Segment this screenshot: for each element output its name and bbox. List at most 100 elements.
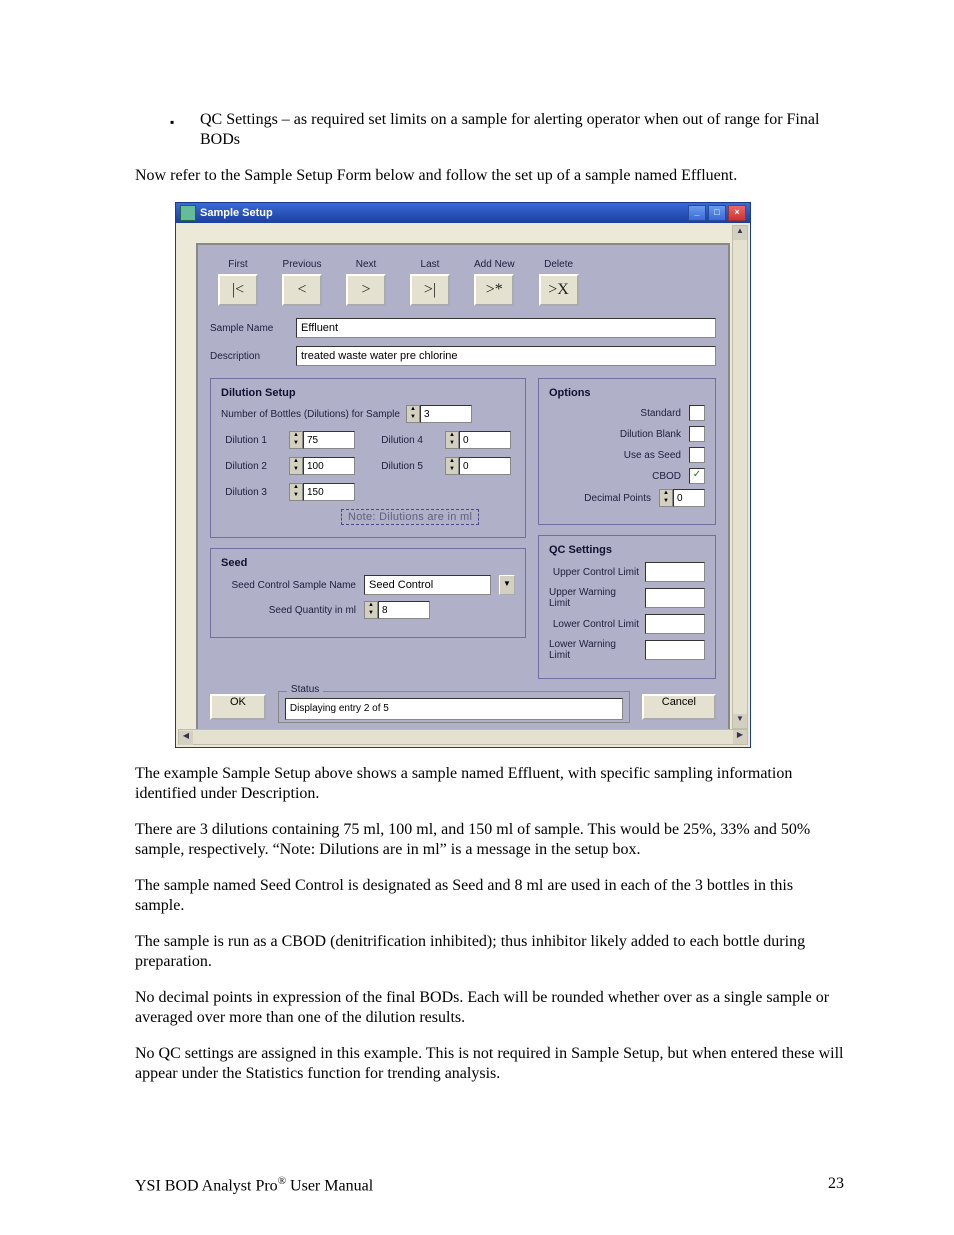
scroll-up-icon[interactable]: ▲ [733, 226, 747, 240]
seed-qty-input[interactable] [378, 601, 430, 619]
dilution3-spinner[interactable]: ▲▼ [289, 483, 359, 501]
paragraph-3: The sample named Seed Control is designa… [135, 876, 844, 916]
nav-delete-label: Delete [544, 259, 573, 270]
nav-first-button[interactable]: |< [218, 274, 258, 306]
ok-button[interactable]: OK [210, 694, 266, 720]
nav-previous-label: Previous [283, 259, 322, 270]
bullet-text: QC Settings – as required set limits on … [200, 110, 844, 150]
seed-name-label: Seed Control Sample Name [221, 580, 356, 591]
nav-addnew-label: Add New [474, 259, 515, 270]
nav-previous-button[interactable]: < [282, 274, 322, 306]
dilution-note: Note: Dilutions are in ml [341, 509, 479, 525]
intro-paragraph: Now refer to the Sample Setup Form below… [135, 166, 844, 186]
qc-lcl-input[interactable] [645, 614, 705, 634]
sample-setup-screenshot: Sample Setup _ □ × ▲ ▼ First |< Previous <… [175, 202, 751, 748]
nav-addnew-button[interactable]: >* [474, 274, 514, 306]
dilution4-label: Dilution 4 [377, 435, 427, 446]
nav-next-button[interactable]: > [346, 274, 386, 306]
bullet-qc-settings: ▪ QC Settings – as required set limits o… [170, 110, 844, 150]
opt-decpts-input[interactable] [673, 489, 705, 507]
window-title: Sample Setup [200, 207, 273, 219]
dilution4-spinner[interactable]: ▲▼ [445, 431, 515, 449]
nav-next-label: Next [356, 259, 377, 270]
sample-name-input[interactable]: Effluent [296, 318, 716, 338]
page-footer: YSI BOD Analyst Pro® User Manual 23 [135, 1175, 844, 1195]
opt-seed-checkbox[interactable] [689, 447, 705, 463]
status-label: Status [287, 684, 323, 695]
paragraph-5: No decimal points in expression of the f… [135, 988, 844, 1028]
dilution3-label: Dilution 3 [221, 487, 271, 498]
qc-ucl-label: Upper Control Limit [553, 567, 639, 578]
paragraph-6: No QC settings are assigned in this exam… [135, 1044, 844, 1084]
cancel-button[interactable]: Cancel [642, 694, 716, 720]
seed-name-dropdown-icon[interactable]: ▼ [499, 575, 515, 595]
horizontal-scrollbar[interactable]: ◀ ▶ [178, 729, 748, 745]
seed-title: Seed [221, 557, 515, 569]
seed-qty-label: Seed Quantity in ml [221, 605, 356, 616]
opt-cbod-label: CBOD [652, 471, 681, 482]
footer-left: YSI BOD Analyst Pro® User Manual [135, 1175, 373, 1195]
dilution5-spinner[interactable]: ▲▼ [445, 457, 515, 475]
opt-seed-label: Use as Seed [624, 450, 681, 461]
scroll-down-icon[interactable]: ▼ [733, 714, 747, 728]
description-label: Description [210, 351, 290, 362]
scroll-right-icon[interactable]: ▶ [733, 730, 747, 744]
qc-lwl-input[interactable] [645, 640, 705, 660]
qc-uwl-input[interactable] [645, 588, 705, 608]
qc-settings-title: QC Settings [549, 544, 705, 556]
maximize-button[interactable]: □ [708, 205, 726, 221]
options-group: Options Standard Dilution Blank Use as S… [538, 378, 716, 525]
minimize-button[interactable]: _ [688, 205, 706, 221]
dilution1-spinner[interactable]: ▲▼ [289, 431, 359, 449]
qc-uwl-label: Upper Warning Limit [549, 587, 639, 609]
close-button[interactable]: × [728, 205, 746, 221]
paragraph-1: The example Sample Setup above shows a s… [135, 764, 844, 804]
dilution-setup-title: Dilution Setup [221, 387, 515, 399]
num-bottles-input[interactable] [420, 405, 472, 423]
dilution-setup-group: Dilution Setup Number of Bottles (Diluti… [210, 378, 526, 538]
opt-cbod-checkbox[interactable]: ✓ [689, 468, 705, 484]
status-text: Displaying entry 2 of 5 [285, 698, 623, 720]
spin-up-icon[interactable]: ▲ [407, 406, 419, 414]
dilution5-input[interactable] [459, 457, 511, 475]
dilution2-label: Dilution 2 [221, 461, 271, 472]
sample-setup-form: First |< Previous < Next > Last >| Add New >*… [196, 243, 730, 737]
qc-lwl-label: Lower Warning Limit [549, 639, 639, 661]
dilution4-input[interactable] [459, 431, 511, 449]
dilution2-spinner[interactable]: ▲▼ [289, 457, 359, 475]
qc-lcl-label: Lower Control Limit [553, 619, 639, 630]
description-input[interactable]: treated waste water pre chlorine [296, 346, 716, 366]
opt-decpts-spinner[interactable]: ▲▼ [659, 489, 705, 507]
paragraph-2: There are 3 dilutions containing 75 ml, … [135, 820, 844, 860]
dilution3-input[interactable] [303, 483, 355, 501]
bullet-marker: ▪ [170, 110, 200, 150]
scroll-left-icon[interactable]: ◀ [179, 731, 193, 745]
nav-last-button[interactable]: >| [410, 274, 450, 306]
sample-name-label: Sample Name [210, 323, 290, 334]
opt-standard-label: Standard [640, 408, 681, 419]
seed-qty-spinner[interactable]: ▲▼ [364, 601, 430, 619]
app-icon [180, 205, 196, 221]
opt-blank-checkbox[interactable] [689, 426, 705, 442]
num-bottles-spinner[interactable]: ▲▼ [406, 405, 472, 423]
record-nav: First |< Previous < Next > Last >| Add New >*… [210, 255, 716, 310]
qc-ucl-input[interactable] [645, 562, 705, 582]
dilution1-input[interactable] [303, 431, 355, 449]
num-bottles-label: Number of Bottles (Dilutions) for Sample [221, 409, 400, 420]
dilution5-label: Dilution 5 [377, 461, 427, 472]
spin-down-icon[interactable]: ▼ [407, 414, 419, 422]
nav-delete-button[interactable]: >X [539, 274, 579, 306]
paragraph-4: The sample is run as a CBOD (denitrifica… [135, 932, 844, 972]
opt-standard-checkbox[interactable] [689, 405, 705, 421]
nav-first-label: First [228, 259, 247, 270]
qc-settings-group: QC Settings Upper Control Limit Upper Wa… [538, 535, 716, 679]
dilution2-input[interactable] [303, 457, 355, 475]
window-titlebar: Sample Setup _ □ × [176, 203, 750, 223]
opt-blank-label: Dilution Blank [620, 429, 681, 440]
nav-last-label: Last [421, 259, 440, 270]
seed-group: Seed Seed Control Sample Name Seed Contr… [210, 548, 526, 638]
page-number: 23 [828, 1175, 844, 1195]
vertical-scrollbar[interactable]: ▲ ▼ [732, 225, 748, 729]
dilution1-label: Dilution 1 [221, 435, 271, 446]
seed-name-input[interactable]: Seed Control [364, 575, 491, 595]
